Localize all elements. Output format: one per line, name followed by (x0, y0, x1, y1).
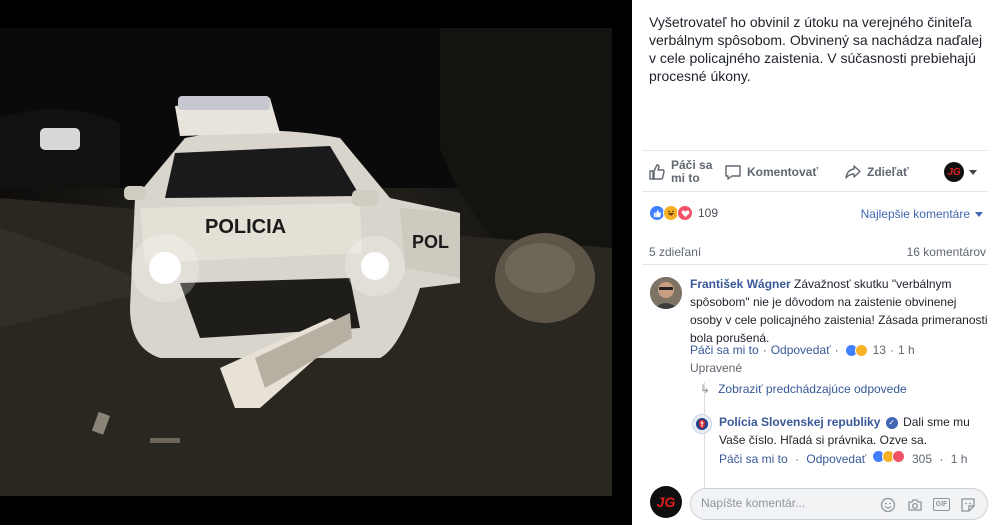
post-action-bar: Páči sa mi to Komentovať Zdieľať JG (642, 150, 988, 192)
crashed-police-car-image: POLICIA POL (0, 28, 612, 496)
comment-reaction-count: 13 (872, 343, 886, 357)
reply-reply-link[interactable]: Odpovedať (806, 452, 866, 466)
reply-thread-line (704, 382, 705, 490)
reply-reactions-icons[interactable] (871, 450, 905, 463)
chevron-down-icon (969, 169, 977, 175)
commenter-avatar[interactable] (650, 277, 682, 309)
comment-like-link[interactable]: Páči sa mi to (690, 343, 759, 357)
page-avatar: JG (944, 162, 964, 182)
thumbs-up-icon (649, 164, 665, 180)
comment-timestamp[interactable]: 1 h (898, 343, 915, 357)
post-caption: Vyšetrovateľ ho obvinil z útoku na verej… (649, 14, 983, 84)
comment-sort-dropdown[interactable]: Najlepšie komentáre (861, 207, 983, 221)
reply-arrow-icon: ↳ (700, 382, 711, 396)
separator-dot: · (762, 343, 767, 357)
police-page-avatar[interactable] (692, 414, 712, 434)
love-reaction-icon (891, 450, 905, 463)
like-label: Páči sa mi to (671, 158, 713, 185)
comment-input[interactable] (701, 496, 871, 510)
photo-viewer: POLICIA POL (0, 0, 632, 525)
comment-count[interactable]: 16 komentárov (907, 245, 986, 259)
gif-icon[interactable]: GIF (933, 498, 950, 511)
love-reaction-icon (677, 205, 693, 221)
reply-timestamp[interactable]: 1 h (951, 452, 968, 466)
separator-dot: · (889, 343, 894, 357)
reply-body: Polícia Slovenskej republiky ✓ Dali sme … (719, 413, 989, 449)
composer-icons: GIF (879, 496, 977, 514)
camera-icon[interactable] (906, 496, 924, 514)
emoji-icon[interactable] (879, 496, 897, 514)
current-user-avatar[interactable]: JG (650, 486, 682, 518)
post-side-panel: Vyšetrovateľ ho obvinil z útoku na verej… (632, 0, 1000, 525)
comment-composer: GIF (690, 488, 988, 520)
reply-author-link[interactable]: Polícia Slovenskej republiky (719, 415, 880, 429)
show-previous-replies[interactable]: ↳ Zobraziť predchádzajúce odpovede (700, 382, 907, 396)
page-identity-selector[interactable]: JG (944, 151, 977, 193)
post-photo[interactable]: POLICIA POL (0, 28, 612, 496)
divider (642, 264, 988, 265)
comment-meta: Páči sa mi to · Odpovedať · 13 · 1 h (690, 343, 915, 357)
reactions-summary[interactable]: 109 (649, 205, 718, 221)
comment-author-link[interactable]: František Wágner (690, 277, 791, 291)
comment-body: František Wágner Závažnosť skutku "verbá… (690, 275, 990, 347)
share-button[interactable]: Zdieľať (844, 151, 909, 193)
reply-like-link[interactable]: Páči sa mi to (719, 452, 788, 466)
show-previous-label: Zobraziť predchádzajúce odpovede (718, 382, 907, 396)
reaction-count: 109 (698, 206, 719, 220)
separator-dot: · (939, 452, 944, 466)
comment-reactions-icons[interactable] (844, 343, 868, 357)
separator-dot: · (834, 343, 839, 357)
separator-dot: · (795, 452, 800, 466)
police-badge-icon (696, 418, 708, 430)
chevron-down-icon (975, 211, 983, 217)
share-arrow-icon (845, 165, 861, 179)
reply-reaction-count: 305 (911, 452, 932, 466)
car-hood-text: POLICIA (205, 216, 286, 238)
comment-bubble-icon (725, 165, 741, 180)
like-button[interactable]: Páči sa mi to (648, 151, 713, 193)
comment-reply-link[interactable]: Odpovedať (771, 343, 831, 357)
car-door-text: POL (412, 232, 449, 252)
sort-label: Najlepšie komentáre (860, 207, 970, 221)
comment-label: Komentovať (747, 165, 819, 179)
haha-reaction-icon (854, 343, 868, 357)
comment-button[interactable]: Komentovať (724, 151, 818, 193)
reply-meta: Páči sa mi to · Odpovedať 305 · 1 h (719, 450, 979, 468)
share-label: Zdieľať (867, 165, 909, 179)
share-count[interactable]: 5 zdieľaní (649, 245, 701, 259)
edited-label: Upravené (690, 361, 743, 375)
verified-badge-icon: ✓ (885, 416, 898, 429)
sticker-icon[interactable] (959, 496, 977, 514)
